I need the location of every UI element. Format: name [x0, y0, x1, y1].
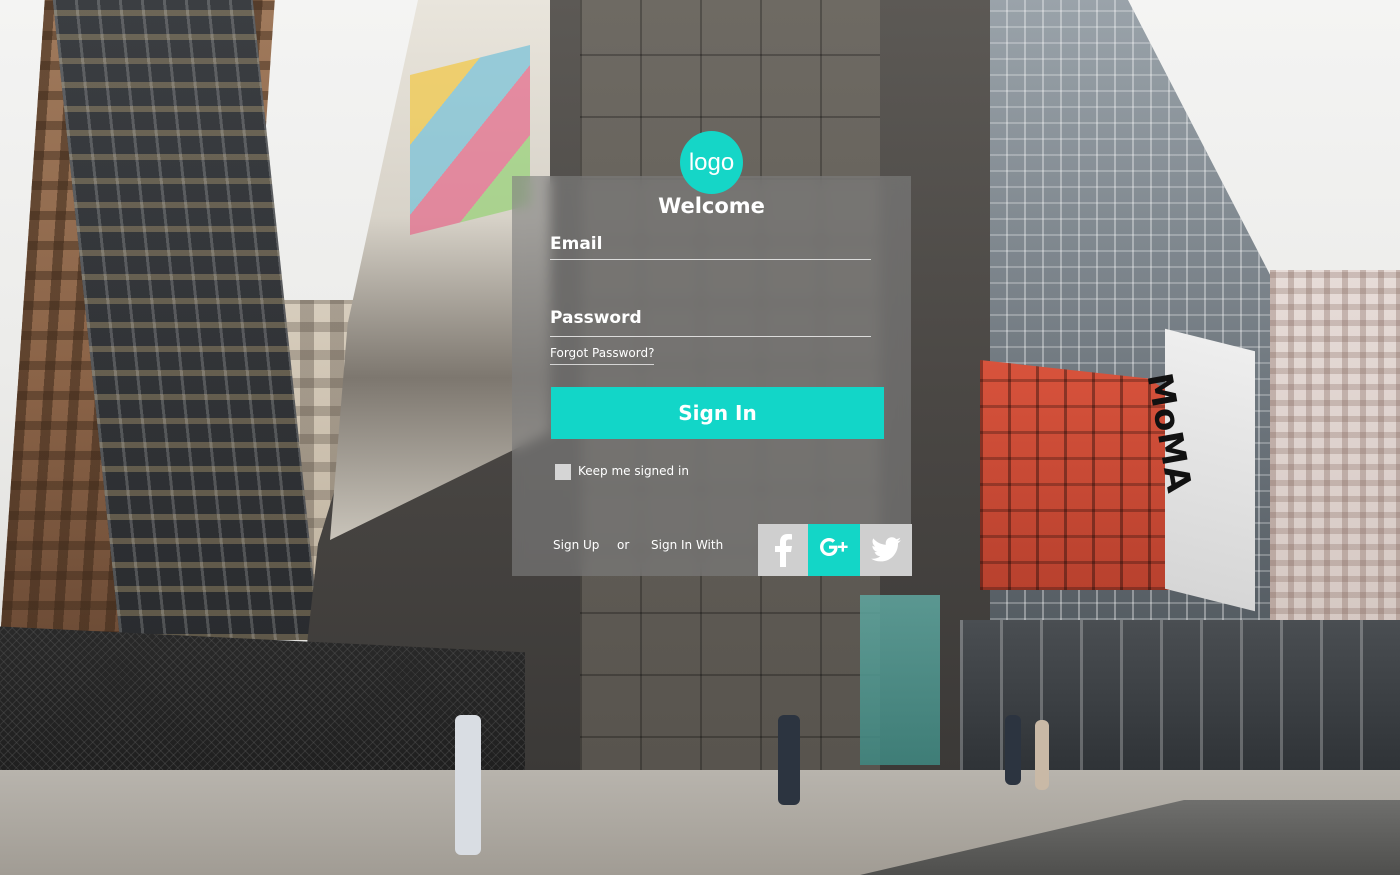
- login-screen: MoMA logo Welcome Email Password Forgot …: [0, 0, 1400, 875]
- background-pedestrian: [455, 715, 481, 855]
- forgot-password-link[interactable]: Forgot Password?: [550, 346, 655, 365]
- background-pedestrian: [778, 715, 800, 805]
- password-underline: [550, 336, 871, 337]
- facebook-button[interactable]: [758, 524, 808, 576]
- background-storefront: [960, 620, 1400, 770]
- background-teal-glass: [860, 595, 940, 765]
- twitter-button[interactable]: [860, 524, 912, 576]
- sign-in-with-text: Sign In With: [651, 538, 724, 552]
- google-plus-icon: [820, 538, 848, 556]
- welcome-heading: Welcome: [658, 194, 765, 218]
- keep-signed-in-checkbox[interactable]: [555, 464, 571, 480]
- sign-up-link[interactable]: Sign Up: [553, 538, 599, 552]
- or-text: or: [617, 538, 630, 552]
- sign-in-button[interactable]: Sign In: [551, 387, 884, 439]
- password-field[interactable]: [550, 308, 875, 334]
- background-pedestrian: [1005, 715, 1021, 785]
- facebook-icon: [775, 534, 792, 567]
- keep-signed-in-label[interactable]: Keep me signed in: [578, 464, 689, 478]
- email-field[interactable]: [550, 234, 875, 260]
- google-plus-button[interactable]: [808, 524, 860, 576]
- background-pedestrian: [1035, 720, 1049, 790]
- twitter-icon: [871, 537, 901, 562]
- logo: logo: [680, 131, 743, 194]
